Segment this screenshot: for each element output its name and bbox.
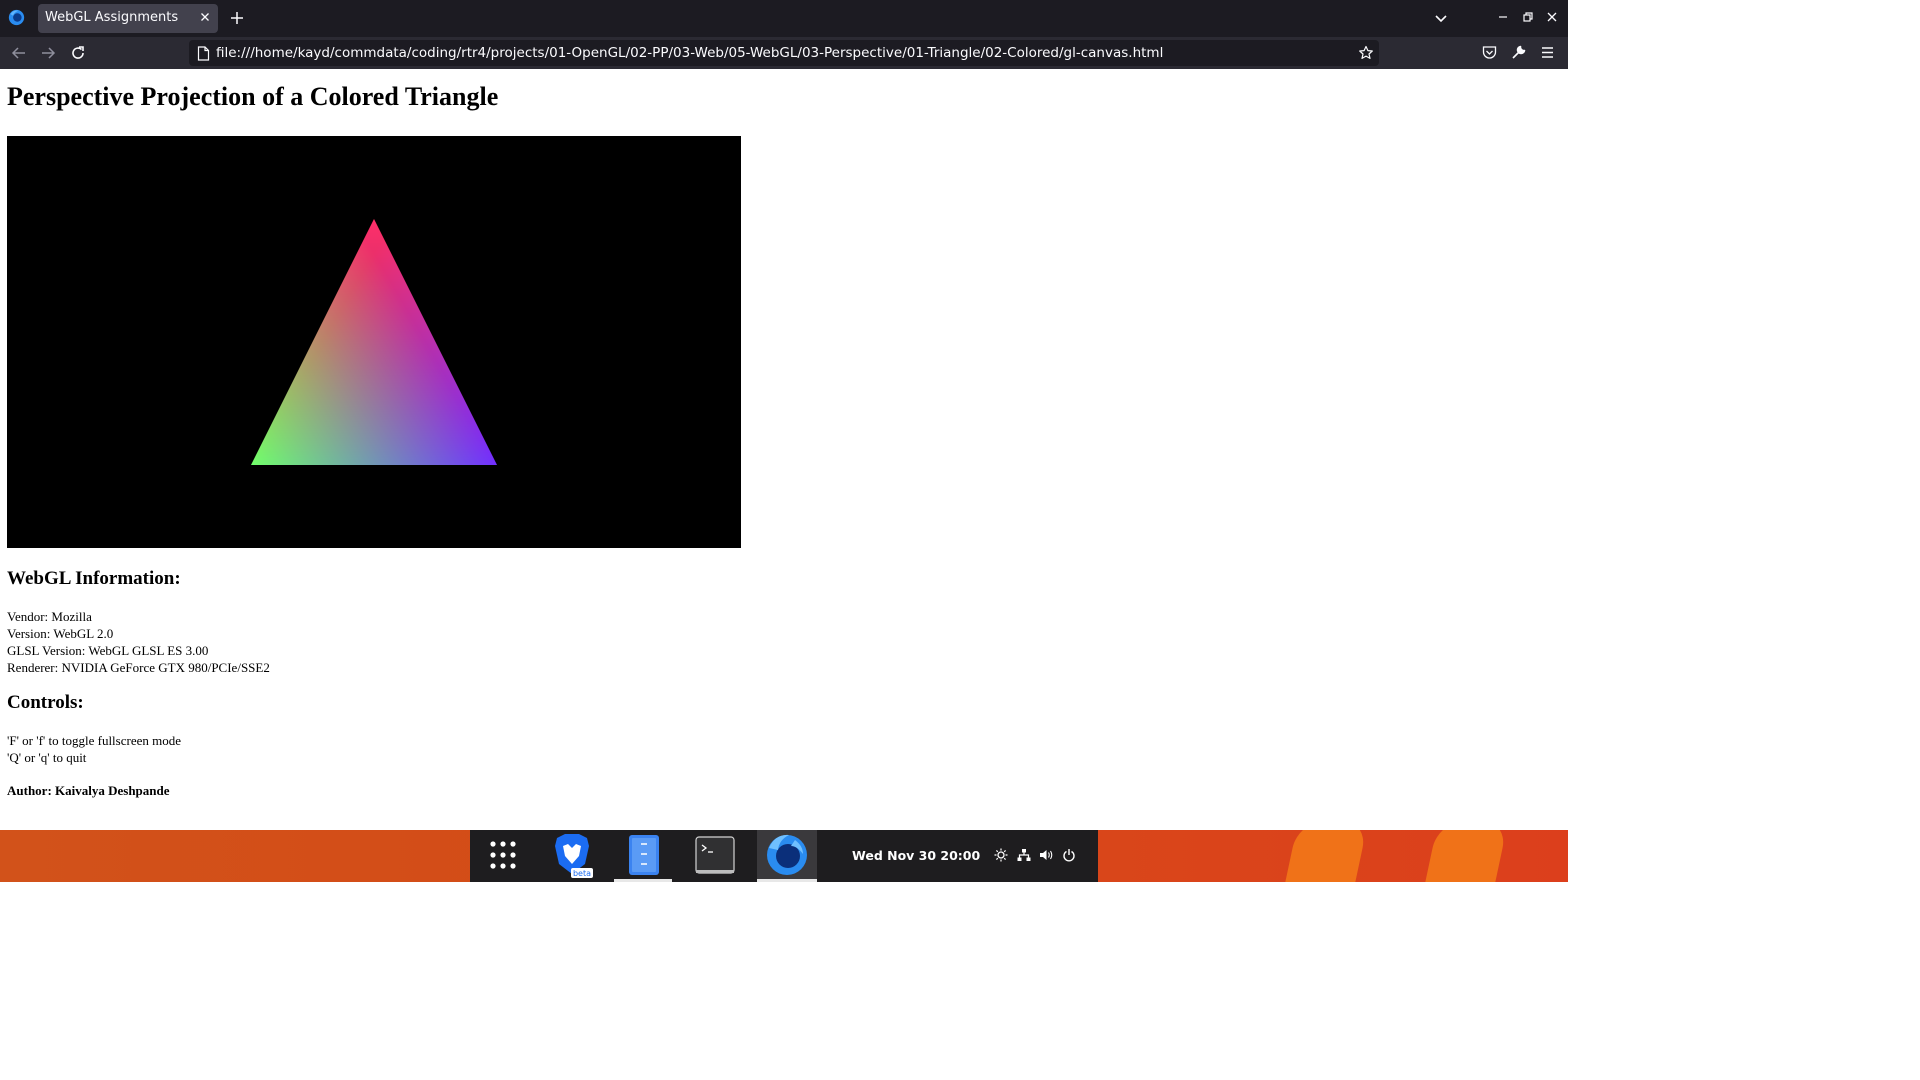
- info-version: Version: WebGL 2.0: [7, 626, 114, 641]
- wallpaper-shape: [1281, 830, 1369, 882]
- controls-heading: Controls:: [7, 692, 84, 713]
- wrench-tools-icon[interactable]: [1510, 44, 1527, 61]
- brave-beta-badge: beta: [573, 869, 591, 878]
- hamburger-menu-icon[interactable]: [1539, 44, 1556, 61]
- firefox-launcher-active[interactable]: [757, 830, 817, 882]
- tab-bar: WebGL Assignments: [0, 0, 1568, 37]
- volume-icon[interactable]: [1039, 848, 1053, 862]
- restore-icon[interactable]: [1521, 10, 1535, 24]
- webgl-canvas[interactable]: [7, 136, 741, 548]
- url-input[interactable]: file:///home/kayd/commdata/coding/rtr4/p…: [216, 45, 1163, 61]
- running-indicator: [757, 879, 817, 882]
- firefox-logo-icon[interactable]: [8, 9, 25, 26]
- control-fullscreen: 'F' or 'f' to toggle fullscreen mode: [7, 733, 181, 748]
- webgl-info-heading: WebGL Information:: [7, 568, 181, 589]
- tab-webgl-assignments[interactable]: WebGL Assignments: [38, 4, 218, 33]
- page-title: Perspective Projection of a Colored Tria…: [7, 82, 499, 111]
- power-icon[interactable]: [1062, 848, 1076, 862]
- show-apps-button[interactable]: [474, 830, 532, 882]
- wallpaper-shape: [1421, 830, 1509, 882]
- terminal-icon: [695, 836, 735, 874]
- system-clock[interactable]: Wed Nov 30 20:00: [852, 848, 980, 863]
- close-tab-icon[interactable]: [198, 10, 212, 24]
- firefox-icon: [767, 834, 807, 875]
- brightness-icon[interactable]: [994, 848, 1008, 862]
- colored-triangle-render: [251, 219, 497, 465]
- back-arrow-icon[interactable]: [10, 44, 28, 62]
- minimize-icon[interactable]: [1496, 10, 1510, 24]
- info-glsl-version: GLSL Version: WebGL GLSL ES 3.00: [7, 643, 209, 658]
- brave-browser-launcher[interactable]: beta: [543, 830, 601, 882]
- file-manager-launcher[interactable]: [614, 830, 672, 882]
- brave-browser-icon: beta: [555, 834, 593, 878]
- triangle-blue-vertex-blend: [251, 219, 497, 465]
- tab-title: WebGL Assignments: [45, 10, 179, 25]
- control-quit: 'Q' or 'q' to quit: [7, 750, 87, 765]
- author-credit: Author: Kaivalya Deshpande: [7, 783, 170, 798]
- taskbar-dock: beta Wed Nov 30 20:00: [470, 830, 1098, 882]
- apps-grid-icon: [490, 841, 516, 869]
- window-close-icon[interactable]: [1545, 10, 1559, 24]
- chevron-down-icon[interactable]: [1433, 10, 1449, 26]
- navigation-toolbar: file:///home/kayd/commdata/coding/rtr4/p…: [0, 37, 1568, 69]
- info-vendor: Vendor: Mozilla: [7, 609, 92, 624]
- file-manager-icon: [629, 835, 659, 875]
- new-tab-plus-icon[interactable]: [228, 9, 246, 27]
- network-icon[interactable]: [1017, 848, 1031, 862]
- running-indicator: [614, 879, 672, 882]
- web-page-content: Perspective Projection of a Colored Tria…: [0, 69, 1568, 830]
- pocket-save-icon[interactable]: [1481, 44, 1498, 61]
- info-renderer: Renderer: NVIDIA GeForce GTX 980/PCIe/SS…: [7, 660, 270, 675]
- reload-icon[interactable]: [69, 44, 87, 62]
- terminal-launcher[interactable]: [685, 830, 743, 882]
- bookmark-star-icon[interactable]: [1358, 45, 1374, 61]
- document-page-icon: [197, 46, 210, 61]
- forward-arrow-icon[interactable]: [39, 44, 57, 62]
- address-bar[interactable]: file:///home/kayd/commdata/coding/rtr4/p…: [189, 40, 1379, 66]
